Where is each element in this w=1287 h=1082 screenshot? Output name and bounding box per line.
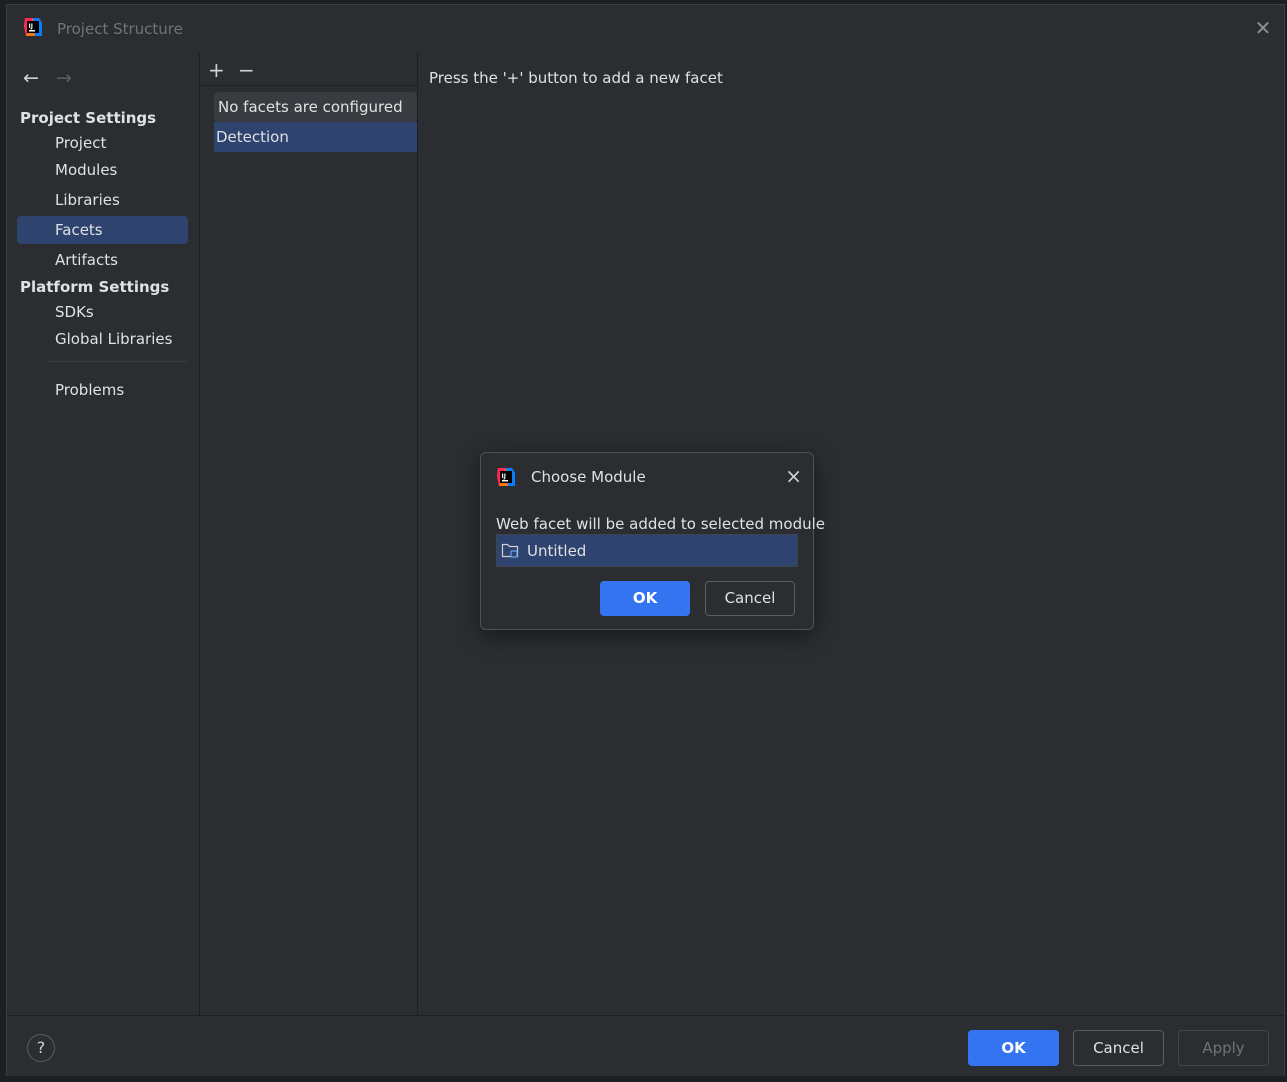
settings-sidebar: ← → Project Settings Project Modules Lib… <box>7 53 200 1016</box>
intellij-app-icon: IJ <box>24 18 42 36</box>
close-icon[interactable]: ✕ <box>1254 18 1272 38</box>
module-label: Untitled <box>527 542 587 560</box>
dialog-message: Web facet will be added to selected modu… <box>496 515 826 533</box>
apply-button[interactable]: Apply <box>1178 1030 1269 1066</box>
dialog-ok-button[interactable]: OK <box>600 581 690 616</box>
remove-icon[interactable]: − <box>238 58 255 82</box>
sidebar-item-libraries[interactable]: Libraries <box>17 186 188 214</box>
bottom-bar: ? OK Cancel Apply <box>7 1015 1284 1076</box>
add-icon[interactable]: + <box>208 58 225 82</box>
forward-arrow-icon[interactable]: → <box>56 67 72 89</box>
detection-item[interactable]: Detection <box>214 122 417 152</box>
sidebar-item-artifacts[interactable]: Artifacts <box>17 246 188 274</box>
ok-button[interactable]: OK <box>968 1030 1059 1066</box>
dialog-cancel-button[interactable]: Cancel <box>705 581 795 616</box>
window-title: Project Structure <box>57 20 183 38</box>
sidebar-item-problems[interactable]: Problems <box>17 376 188 404</box>
project-settings-header: Project Settings <box>20 109 157 127</box>
sidebar-item-project[interactable]: Project <box>17 129 188 157</box>
intellij-app-icon: IJ <box>497 468 515 486</box>
svg-text:IJ: IJ <box>29 23 33 30</box>
title-bar: IJ Project Structure ✕ <box>7 5 1284 53</box>
back-arrow-icon[interactable]: ← <box>23 67 39 89</box>
sidebar-item-sdks[interactable]: SDKs <box>17 298 188 326</box>
toolbar-divider <box>200 85 417 86</box>
empty-facets-text: No facets are configured <box>214 92 417 122</box>
choose-module-dialog: IJ Choose Module × Web facet will be add… <box>480 452 825 630</box>
svg-text:IJ: IJ <box>502 473 506 480</box>
module-list-item[interactable]: Untitled <box>496 534 798 567</box>
close-icon[interactable]: × <box>785 465 802 487</box>
cancel-button[interactable]: Cancel <box>1073 1030 1164 1066</box>
sidebar-item-facets[interactable]: Facets <box>17 216 188 244</box>
module-folder-icon <box>501 543 519 558</box>
facets-list-panel: + − No facets are configured Detection <box>200 53 418 1016</box>
platform-settings-header: Platform Settings <box>20 278 170 296</box>
add-facet-hint: Press the '+' button to add a new facet <box>429 69 723 87</box>
dialog-title: Choose Module <box>531 468 646 486</box>
sidebar-item-global-libraries[interactable]: Global Libraries <box>17 325 188 353</box>
sidebar-divider <box>47 361 187 362</box>
sidebar-item-modules[interactable]: Modules <box>17 156 188 184</box>
help-button[interactable]: ? <box>27 1034 55 1062</box>
